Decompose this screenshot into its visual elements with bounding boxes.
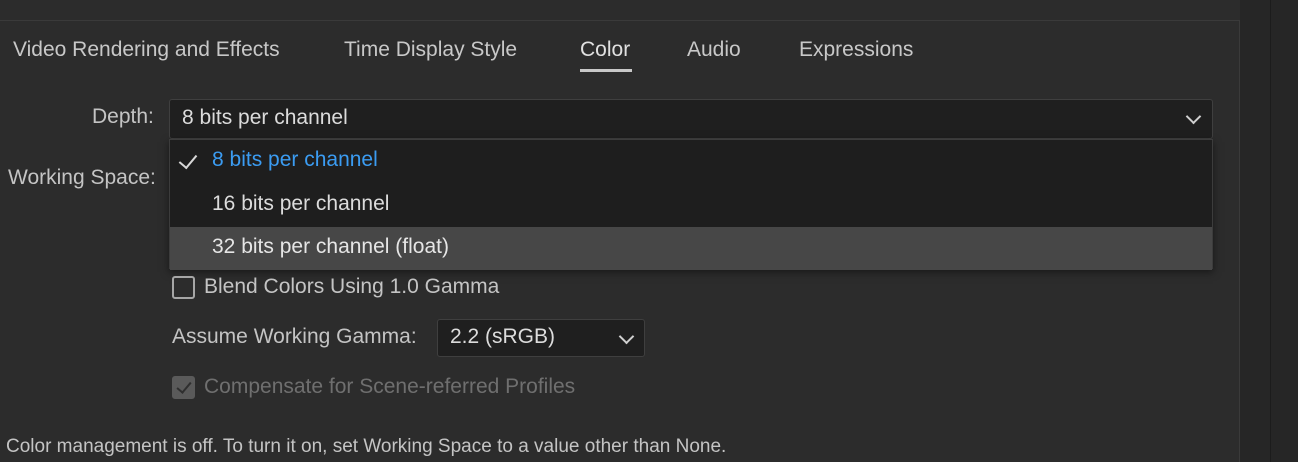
panel-top-divider xyxy=(0,20,1240,21)
tab-video-rendering-and-effects[interactable]: Video Rendering and Effects xyxy=(13,38,280,62)
depth-option-8-bit[interactable]: 8 bits per channel xyxy=(170,140,1212,183)
compensate-checkbox[interactable] xyxy=(172,376,195,399)
blend-colors-checkbox[interactable] xyxy=(172,276,195,299)
tab-color[interactable]: Color xyxy=(580,38,630,62)
working-space-label: Working Space: xyxy=(8,166,156,189)
checkmark-icon xyxy=(178,149,198,170)
tab-audio[interactable]: Audio xyxy=(687,38,741,62)
depth-option-label: 32 bits per channel (float) xyxy=(212,235,449,258)
depth-option-16-bit[interactable]: 16 bits per channel xyxy=(170,184,1212,227)
tab-expressions[interactable]: Expressions xyxy=(799,38,913,62)
depth-dropdown-menu: 8 bits per channel 16 bits per channel 3… xyxy=(169,139,1213,270)
depth-option-32-bit-float[interactable]: 32 bits per channel (float) xyxy=(170,227,1212,270)
right-gutter xyxy=(1240,0,1298,462)
gutter-divider xyxy=(1270,0,1271,462)
depth-label: Depth: xyxy=(92,105,154,128)
depth-option-label: 8 bits per channel xyxy=(212,148,378,171)
working-gamma-select[interactable]: 2.2 (sRGB) xyxy=(437,319,645,357)
chevron-down-icon xyxy=(1185,108,1202,125)
blend-colors-label: Blend Colors Using 1.0 Gamma xyxy=(204,275,500,298)
working-gamma-value: 2.2 (sRGB) xyxy=(450,325,556,348)
depth-select[interactable]: 8 bits per channel xyxy=(169,99,1213,139)
depth-option-label: 16 bits per channel xyxy=(212,192,390,215)
color-management-status-text: Color management is off. To turn it on, … xyxy=(6,436,727,457)
chevron-down-icon xyxy=(618,328,635,345)
depth-select-value: 8 bits per channel xyxy=(182,106,348,129)
working-gamma-label: Assume Working Gamma: xyxy=(172,325,417,348)
active-tab-indicator xyxy=(580,69,632,72)
tab-time-display-style[interactable]: Time Display Style xyxy=(344,38,517,62)
compensate-label: Compensate for Scene-referred Profiles xyxy=(204,375,576,398)
